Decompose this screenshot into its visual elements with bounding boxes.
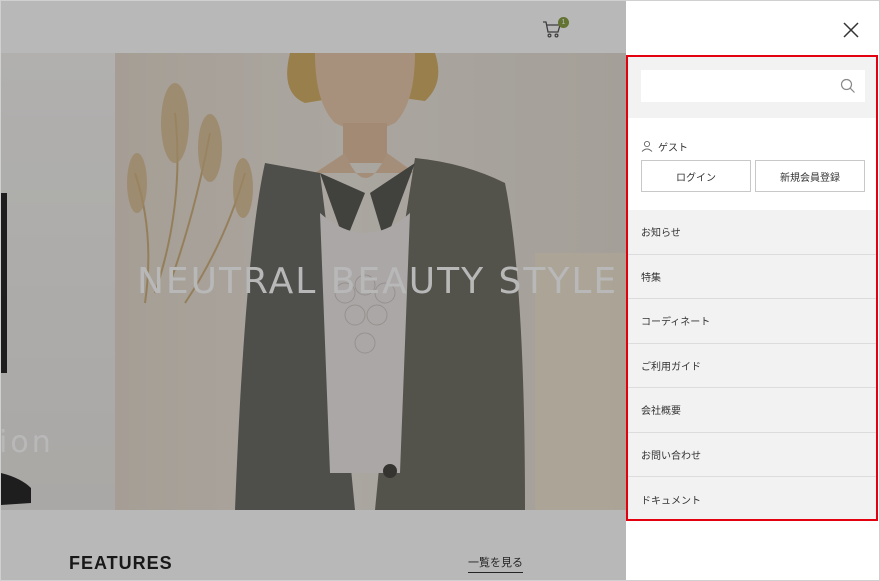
search-input[interactable]	[641, 70, 831, 102]
register-button[interactable]: 新規会員登録	[755, 160, 865, 192]
side-drawer: ゲスト ログイン 新規会員登録 お知らせ 特集 コーディネート ご利用ガイド 会…	[626, 0, 880, 581]
menu-item-features[interactable]: 特集	[628, 255, 876, 299]
modal-overlay[interactable]	[1, 1, 626, 580]
user-status: ゲスト	[641, 139, 688, 154]
user-label: ゲスト	[658, 142, 688, 154]
menu-item-news[interactable]: お知らせ	[628, 210, 876, 255]
user-area: ゲスト ログイン 新規会員登録	[628, 118, 876, 210]
drawer-menu: お知らせ 特集 コーディネート ご利用ガイド 会社概要 お問い合わせ ドキュメン…	[628, 210, 876, 522]
menu-item-company[interactable]: 会社概要	[628, 388, 876, 433]
close-button[interactable]	[841, 20, 861, 40]
user-icon	[641, 140, 653, 152]
main-page: 1 NEUTRAL BEAUTY STYLE ion FEATURES 一覧を見…	[0, 0, 626, 581]
drawer-menu-panel: ゲスト ログイン 新規会員登録 お知らせ 特集 コーディネート ご利用ガイド 会…	[626, 55, 878, 521]
search-icon[interactable]	[840, 78, 856, 94]
search-box	[641, 70, 865, 102]
menu-item-documents[interactable]: ドキュメント	[628, 477, 876, 522]
menu-item-coordinate[interactable]: コーディネート	[628, 299, 876, 344]
login-button[interactable]: ログイン	[641, 160, 751, 192]
close-icon	[843, 22, 859, 38]
menu-item-guide[interactable]: ご利用ガイド	[628, 344, 876, 388]
menu-item-contact[interactable]: お問い合わせ	[628, 433, 876, 477]
